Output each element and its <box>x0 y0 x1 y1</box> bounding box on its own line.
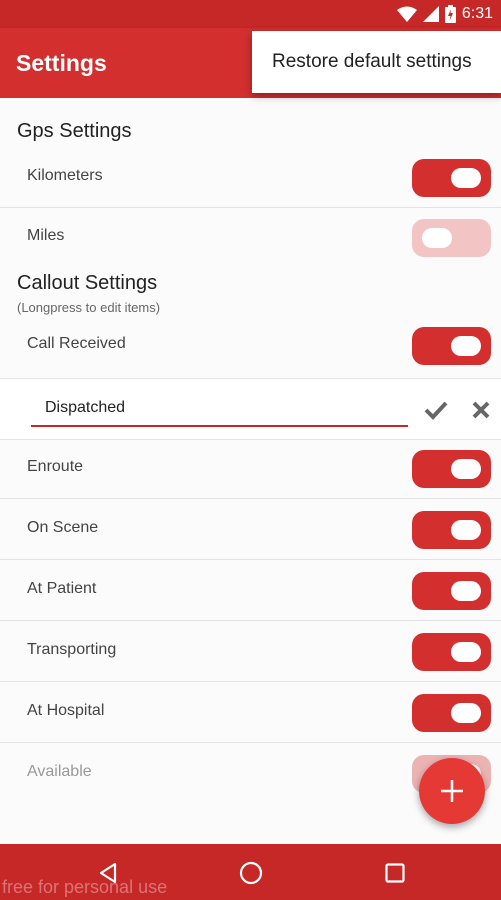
setting-label: Transporting <box>27 641 117 658</box>
transporting-toggle[interactable] <box>412 633 491 671</box>
toggle-knob <box>451 459 481 479</box>
status-time: 6:31 <box>461 5 493 22</box>
recents-icon <box>385 863 405 883</box>
setting-label: Enroute <box>27 458 84 475</box>
callout-section-title: Callout Settings <box>17 272 158 294</box>
wifi-icon <box>396 6 417 22</box>
signal-icon <box>422 6 439 22</box>
setting-row-at-hospital[interactable]: At Hospital <box>0 683 501 743</box>
kilometers-toggle[interactable] <box>412 159 491 197</box>
home-icon <box>239 861 263 885</box>
toggle-knob <box>451 642 481 662</box>
home-button[interactable] <box>236 858 266 888</box>
status-bar: 6:31 <box>0 0 501 28</box>
edit-item-row <box>0 378 501 440</box>
setting-row-at-patient[interactable]: At Patient <box>0 561 501 621</box>
setting-row-miles[interactable]: Miles <box>0 208 501 268</box>
setting-row-on-scene[interactable]: On Scene <box>0 500 501 560</box>
at-patient-toggle[interactable] <box>412 572 491 610</box>
toggle-knob <box>451 336 481 356</box>
confirm-edit-button[interactable] <box>423 397 449 423</box>
battery-icon <box>444 5 456 23</box>
setting-label: Call Received <box>27 335 126 352</box>
setting-label: Available <box>27 763 92 780</box>
recents-button[interactable] <box>380 858 410 888</box>
call-received-toggle[interactable] <box>412 327 491 365</box>
setting-label: Kilometers <box>27 167 103 184</box>
setting-label: Miles <box>27 227 65 244</box>
setting-row-call-received[interactable]: Call Received <box>0 316 501 376</box>
plus-icon <box>441 780 463 802</box>
status-icons: 6:31 <box>396 4 493 24</box>
navigation-bar: free for personal use <box>0 844 501 900</box>
edit-item-input[interactable] <box>31 391 408 427</box>
page-title: Settings <box>16 50 107 76</box>
overflow-menu: Restore default settings <box>252 31 501 93</box>
on-scene-toggle[interactable] <box>412 511 491 549</box>
add-item-button[interactable] <box>419 758 485 824</box>
close-icon <box>472 401 490 419</box>
watermark: free for personal use <box>2 877 168 897</box>
setting-row-kilometers[interactable]: Kilometers <box>0 148 501 208</box>
toggle-knob <box>451 168 481 188</box>
setting-row-enroute[interactable]: Enroute <box>0 439 501 499</box>
setting-label: At Patient <box>27 580 97 597</box>
restore-defaults-menu-item[interactable]: Restore default settings <box>272 51 472 73</box>
miles-toggle[interactable] <box>412 219 491 257</box>
settings-content[interactable]: Gps Settings Kilometers Miles Callout Se… <box>0 98 501 844</box>
toggle-knob <box>451 520 481 540</box>
enroute-toggle[interactable] <box>412 450 491 488</box>
toggle-knob <box>451 703 481 723</box>
gps-section-title: Gps Settings <box>17 120 132 142</box>
cancel-edit-button[interactable] <box>468 397 494 423</box>
at-hospital-toggle[interactable] <box>412 694 491 732</box>
callout-section-subtitle: (Longpress to edit items) <box>17 300 161 315</box>
checkmark-icon <box>424 401 448 420</box>
toggle-knob <box>451 581 481 601</box>
toggle-knob <box>422 228 452 248</box>
setting-row-transporting[interactable]: Transporting <box>0 622 501 682</box>
setting-label: At Hospital <box>27 702 105 719</box>
setting-label: On Scene <box>27 519 99 536</box>
